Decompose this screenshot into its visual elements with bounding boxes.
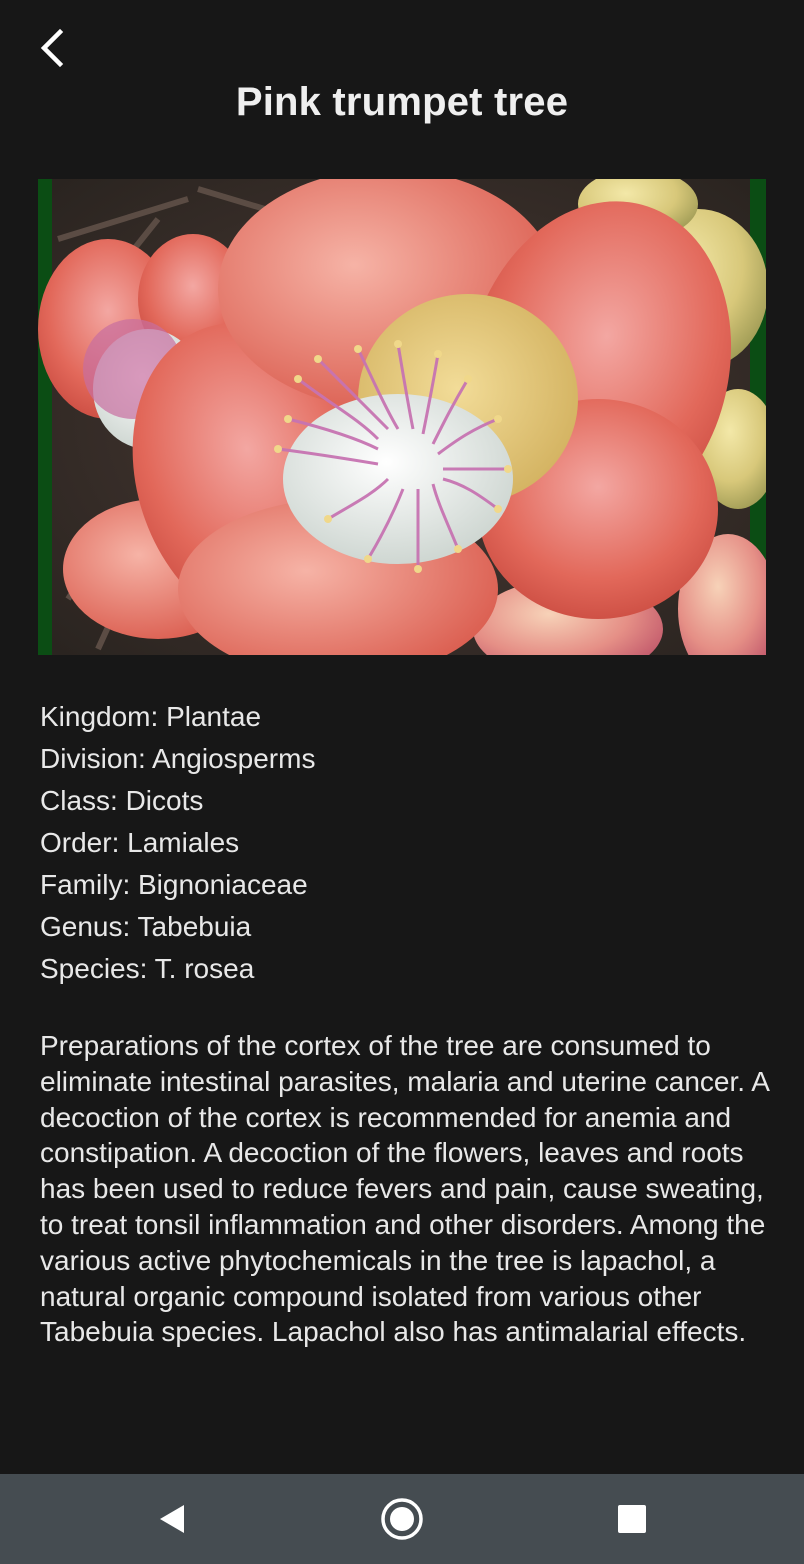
plant-image — [38, 179, 766, 655]
taxonomy-kingdom: Kingdom: Plantae — [40, 701, 262, 732]
nav-recents-button[interactable] — [609, 1496, 655, 1542]
circle-home-icon — [381, 1498, 423, 1540]
taxonomy-genus: Genus: Tabebuia — [40, 911, 252, 942]
taxonomy-list: Kingdom: Plantae Division: Angiosperms C… — [40, 696, 760, 990]
square-recents-icon — [618, 1505, 646, 1533]
nav-back-button[interactable] — [148, 1496, 194, 1542]
taxonomy-order: Order: Lamiales — [40, 827, 240, 858]
detail-screen: Pink trumpet tree Kingdom: Plantae Divis… — [0, 0, 804, 1474]
taxonomy-division: Division: Angiosperms — [40, 743, 316, 774]
back-button[interactable] — [30, 26, 78, 74]
chevron-left-icon — [40, 28, 64, 68]
taxonomy-family: Family: Bignoniaceae — [40, 869, 308, 900]
triangle-back-icon — [160, 1505, 184, 1533]
page-title: Pink trumpet tree — [235, 80, 569, 124]
nav-home-button[interactable] — [379, 1496, 425, 1542]
system-navigation-bar — [0, 1474, 804, 1564]
taxonomy-species: Species: T. rosea — [40, 953, 255, 984]
taxonomy-class: Class: Dicots — [40, 785, 204, 816]
flower-photo — [38, 179, 766, 655]
plant-description: Preparations of the cortex of the tree a… — [40, 1030, 769, 1348]
